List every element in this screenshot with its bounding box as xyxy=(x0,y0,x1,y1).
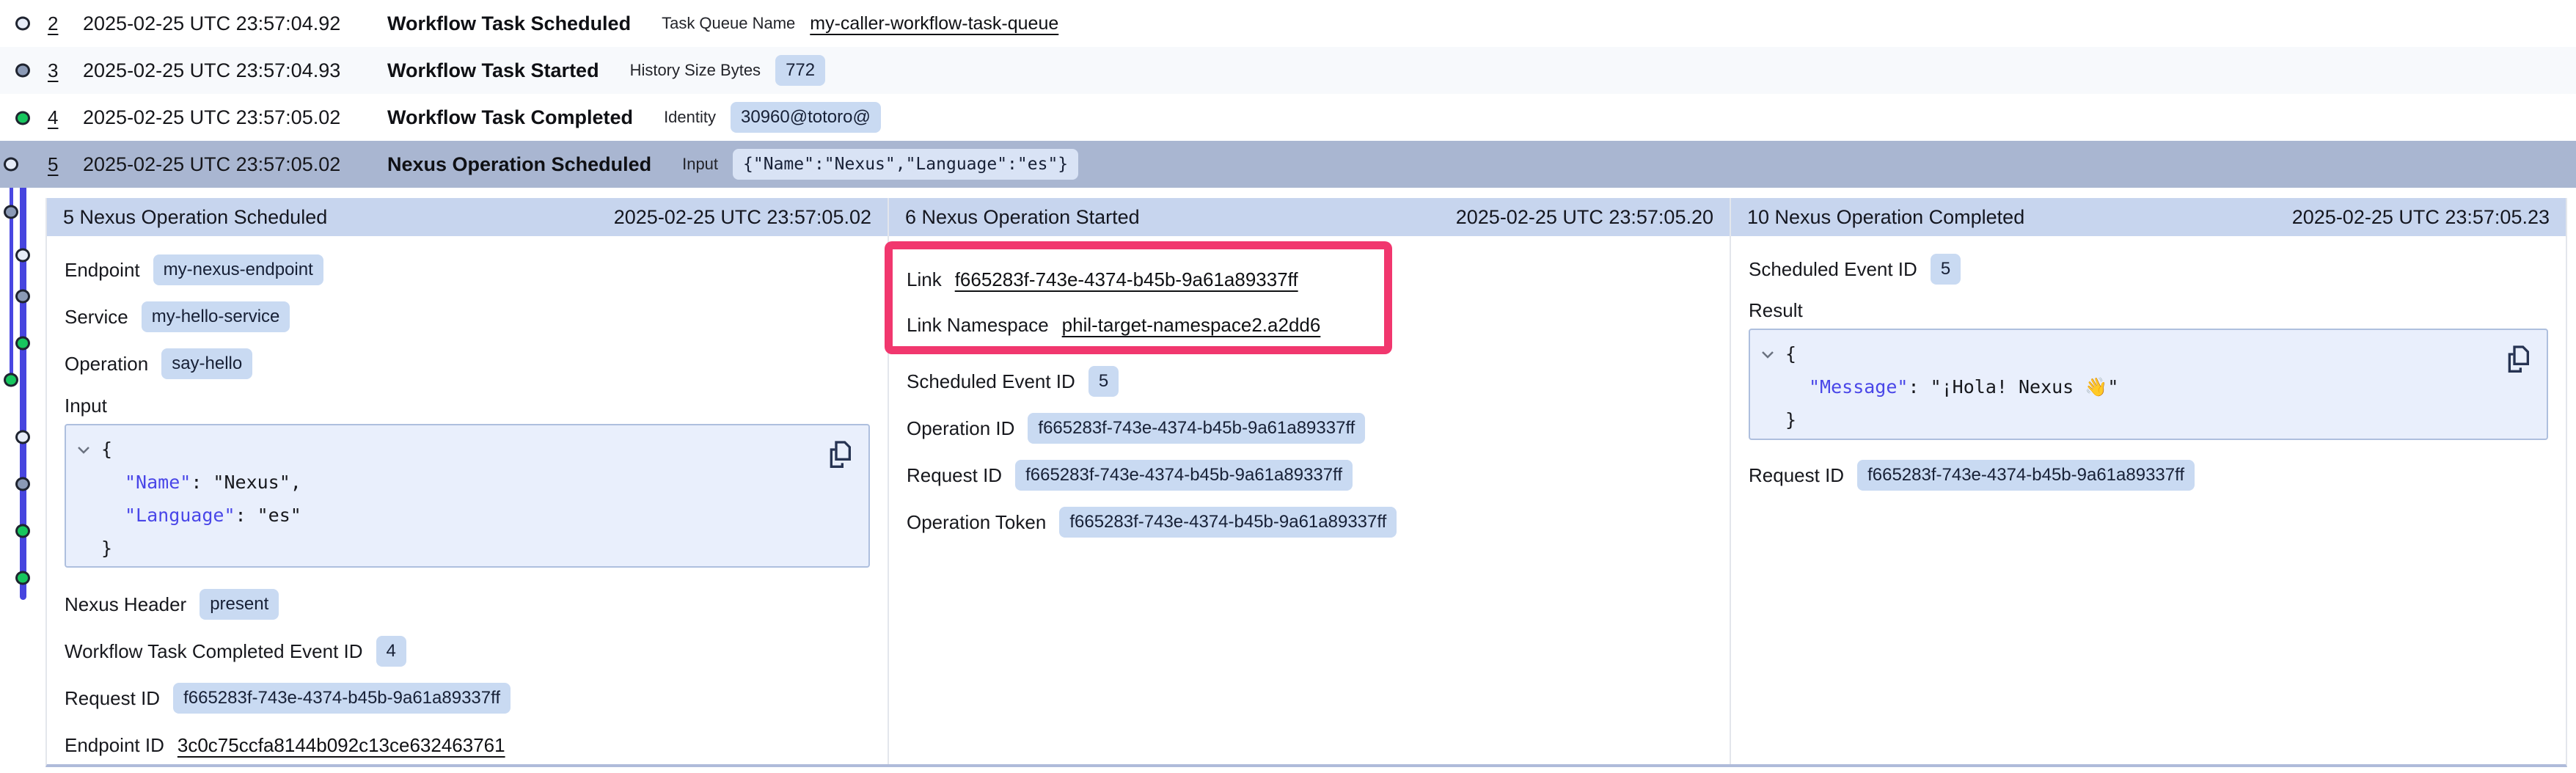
event-id-link[interactable]: 2 xyxy=(48,12,83,35)
attr-value-badge: 772 xyxy=(775,55,825,86)
event-timestamp: 2025-02-25 UTC 23:57:05.02 xyxy=(83,153,387,176)
timeline-dot xyxy=(15,571,30,585)
panel-header: 6 Nexus Operation Started 2025-02-25 UTC… xyxy=(889,198,1730,236)
event-timestamp: 2025-02-25 UTC 23:57:05.02 xyxy=(83,106,387,129)
copy-icon[interactable] xyxy=(824,437,855,471)
event-id-link[interactable]: 4 xyxy=(48,106,83,129)
request-id-badge: f665283f-743e-4374-b45b-9a61a89337ff xyxy=(1857,460,2195,491)
input-json-badge: {"Name":"Nexus","Language":"es"} xyxy=(733,149,1078,180)
event-name: Workflow Task Started xyxy=(387,59,599,82)
field-request-id: Request ID f665283f-743e-4374-b45b-9a61a… xyxy=(907,452,1712,499)
event-name: Workflow Task Completed xyxy=(387,106,633,129)
panel-timestamp: 2025-02-25 UTC 23:57:05.02 xyxy=(614,206,871,229)
event-group-detail: 5 Nexus Operation Scheduled 2025-02-25 U… xyxy=(45,198,2567,767)
field-endpoint-id: Endpoint ID 3c0c75ccfa8144b092c13ce63246… xyxy=(65,722,870,769)
field-operation-id: Operation ID f665283f-743e-4374-b45b-9a6… xyxy=(907,405,1712,452)
event-id-link[interactable]: 3 xyxy=(48,59,83,82)
event-attr-label: Input xyxy=(682,155,718,174)
nexus-header-badge: present xyxy=(200,589,279,620)
request-id-badge: f665283f-743e-4374-b45b-9a61a89337ff xyxy=(1015,460,1353,491)
field-scheduled-event-id: Scheduled Event ID 5 xyxy=(907,358,1712,405)
chevron-down-icon[interactable] xyxy=(76,433,101,466)
panel-timestamp: 2025-02-25 UTC 23:57:05.23 xyxy=(2292,206,2550,229)
panel-header: 10 Nexus Operation Completed 2025-02-25 … xyxy=(1731,198,2566,236)
panel-nexus-operation-completed: 10 Nexus Operation Completed 2025-02-25 … xyxy=(1730,198,2566,764)
field-request-id: Request ID f665283f-743e-4374-b45b-9a61a… xyxy=(65,675,870,722)
operation-id-badge: f665283f-743e-4374-b45b-9a61a89337ff xyxy=(1028,413,1365,444)
event-timestamp: 2025-02-25 UTC 23:57:04.93 xyxy=(83,59,387,82)
event-timestamp: 2025-02-25 UTC 23:57:04.92 xyxy=(83,12,387,35)
event-name: Nexus Operation Scheduled xyxy=(387,153,651,176)
timeline-branch-line xyxy=(10,164,13,381)
operation-badge: say-hello xyxy=(161,348,252,379)
timeline-dot xyxy=(15,290,30,304)
timeline-dot xyxy=(15,111,30,125)
event-attr-label: History Size Bytes xyxy=(630,61,761,80)
input-section-label: Input xyxy=(65,387,870,424)
request-id-badge: f665283f-743e-4374-b45b-9a61a89337ff xyxy=(173,683,511,714)
event-id-link[interactable]: 5 xyxy=(48,153,83,176)
result-json-viewer: { "Message": "¡Hola! Nexus 👋" } xyxy=(1749,329,2548,440)
field-link: Link f665283f-743e-4374-b45b-9a61a89337f… xyxy=(907,257,1712,302)
panel-nexus-operation-scheduled: 5 Nexus Operation Scheduled 2025-02-25 U… xyxy=(47,198,888,764)
event-row-3[interactable]: 3 2025-02-25 UTC 23:57:04.93 Workflow Ta… xyxy=(0,47,2576,94)
event-row-2[interactable]: 2 2025-02-25 UTC 23:57:04.92 Workflow Ta… xyxy=(0,0,2576,47)
chevron-down-icon[interactable] xyxy=(1760,337,1785,370)
event-history-list: 2 2025-02-25 UTC 23:57:04.92 Workflow Ta… xyxy=(0,0,2576,188)
attr-value-badge: 30960@totoro@ xyxy=(731,102,881,133)
panel-title: 5 Nexus Operation Scheduled xyxy=(63,206,327,229)
service-badge: my-hello-service xyxy=(142,301,290,332)
timeline-dot xyxy=(15,477,30,491)
result-section-label: Result xyxy=(1749,292,2548,329)
field-scheduled-event-id: Scheduled Event ID 5 xyxy=(1749,246,2548,292)
field-endpoint: Endpoint my-nexus-endpoint xyxy=(65,246,870,293)
panel-nexus-operation-started: 6 Nexus Operation Started 2025-02-25 UTC… xyxy=(888,198,1730,764)
panel-timestamp: 2025-02-25 UTC 23:57:05.20 xyxy=(1456,206,1713,229)
timeline-dot xyxy=(15,431,30,444)
operation-token-badge: f665283f-743e-4374-b45b-9a61a89337ff xyxy=(1059,507,1397,538)
event-row-5-selected[interactable]: 5 2025-02-25 UTC 23:57:05.02 Nexus Opera… xyxy=(0,141,2576,188)
field-wft-completed-event-id: Workflow Task Completed Event ID 4 xyxy=(65,628,870,675)
timeline-dot xyxy=(15,17,30,31)
scheduled-event-id-badge: 5 xyxy=(1088,366,1119,397)
event-row-4[interactable]: 4 2025-02-25 UTC 23:57:05.02 Workflow Ta… xyxy=(0,94,2576,141)
scheduled-event-id-badge: 5 xyxy=(1931,254,1961,285)
timeline-dot xyxy=(4,158,18,172)
field-request-id: Request ID f665283f-743e-4374-b45b-9a61a… xyxy=(1749,452,2548,499)
event-id-badge: 4 xyxy=(376,636,406,667)
timeline-dot xyxy=(4,373,18,387)
field-nexus-header: Nexus Header present xyxy=(65,581,870,628)
endpoint-badge: my-nexus-endpoint xyxy=(153,254,323,285)
link-namespace-link[interactable]: phil-target-namespace2.a2dd6 xyxy=(1062,314,1321,337)
event-attr-label: Identity xyxy=(664,108,716,127)
panel-header: 5 Nexus Operation Scheduled 2025-02-25 U… xyxy=(47,198,888,236)
timeline-dot xyxy=(15,64,30,78)
field-link-namespace: Link Namespace phil-target-namespace2.a2… xyxy=(907,302,1712,348)
link-workflow-link[interactable]: f665283f-743e-4374-b45b-9a61a89337ff xyxy=(955,268,1298,291)
task-queue-link[interactable]: my-caller-workflow-task-queue xyxy=(810,13,1058,34)
event-attr-label: Task Queue Name xyxy=(662,14,795,33)
timeline-dot xyxy=(15,249,30,263)
input-json-viewer: { "Name": "Nexus", "Language": "es" } xyxy=(65,424,870,568)
field-operation-token: Operation Token f665283f-743e-4374-b45b-… xyxy=(907,499,1712,546)
endpoint-id-link[interactable]: 3c0c75ccfa8144b092c13ce632463761 xyxy=(178,734,505,757)
copy-icon[interactable] xyxy=(2503,342,2533,375)
event-name: Workflow Task Scheduled xyxy=(387,12,631,35)
panel-title: 10 Nexus Operation Completed xyxy=(1747,206,2024,229)
timeline-dot xyxy=(4,205,18,219)
field-operation: Operation say-hello xyxy=(65,340,870,387)
timeline-dot xyxy=(15,524,30,538)
field-service: Service my-hello-service xyxy=(65,293,870,340)
panel-title: 6 Nexus Operation Started xyxy=(905,206,1140,229)
timeline-dot xyxy=(15,337,30,351)
